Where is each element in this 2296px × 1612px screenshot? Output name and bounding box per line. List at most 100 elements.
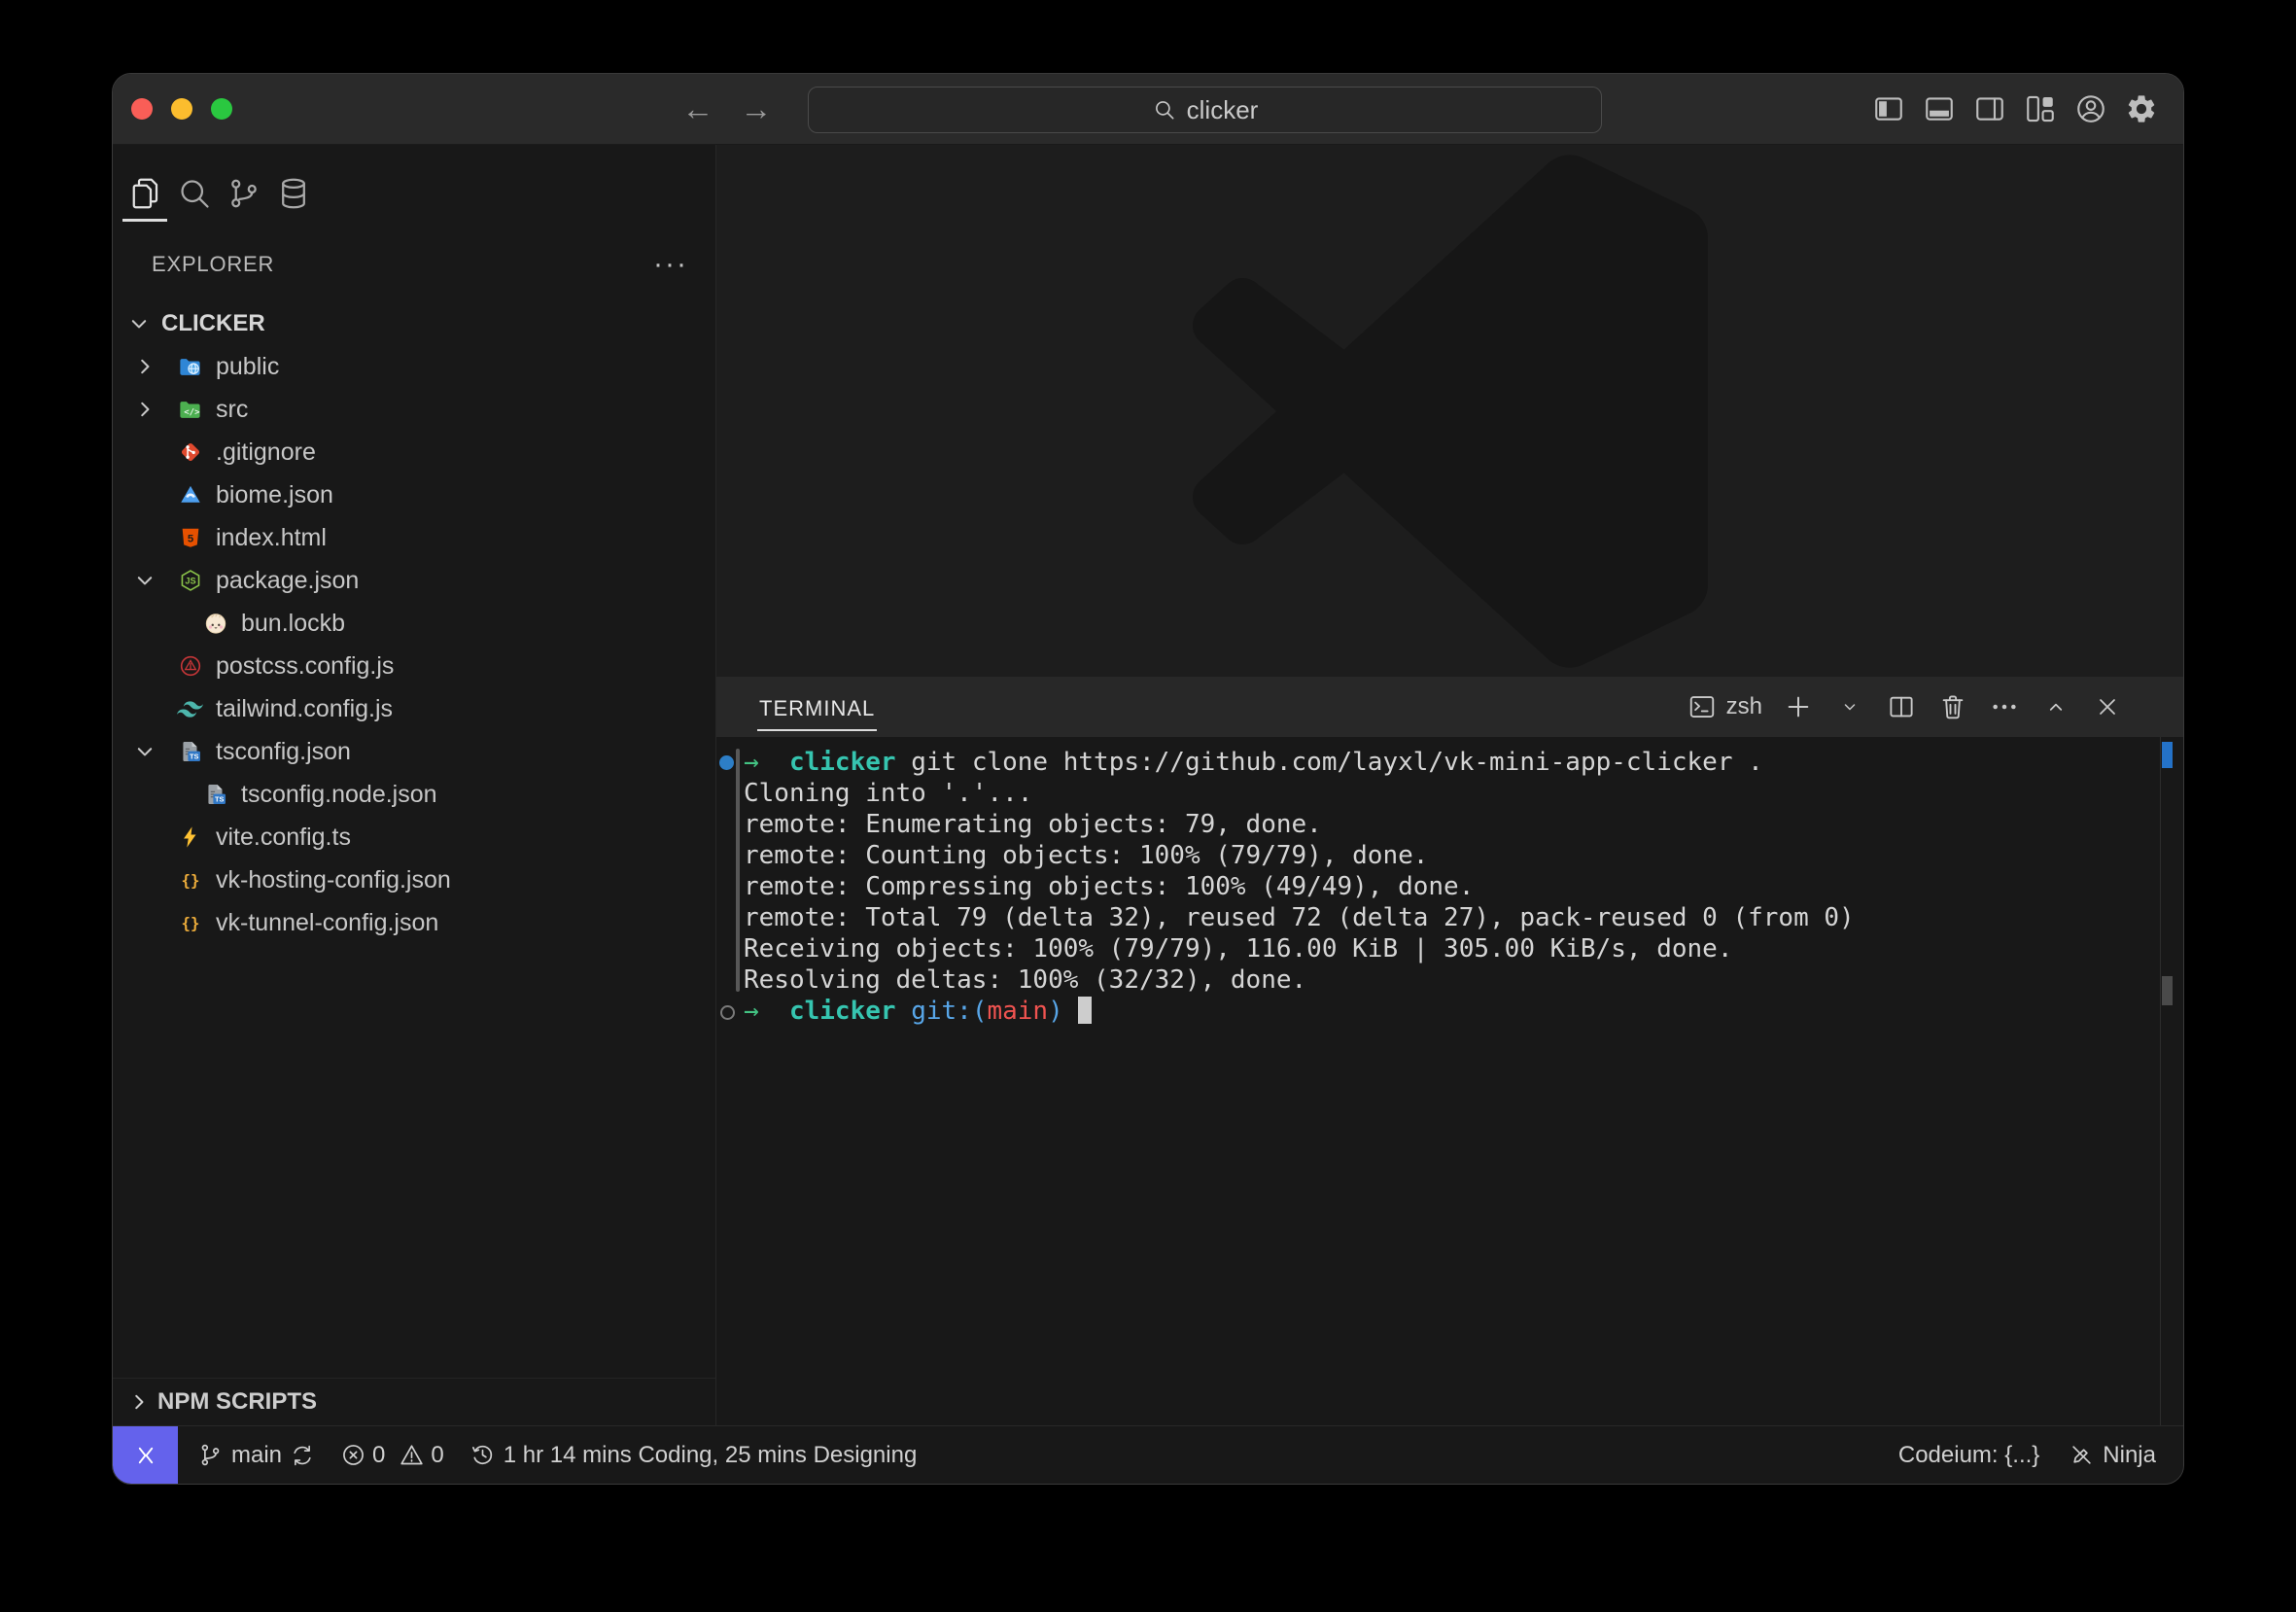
ninja-status[interactable]: Ninja: [2069, 1442, 2156, 1469]
close-window-button[interactable]: [131, 98, 153, 120]
activity-item-database[interactable]: [275, 175, 312, 212]
file-tree: CLICKER public </>src.gitignore biome.json…: [113, 302, 715, 944]
terminal-line: → clicker git:(main): [744, 996, 2144, 1027]
terminal-text-segment: remote: Total 79 (delta 32), reused 72 (…: [744, 903, 1855, 932]
git-branch-status[interactable]: main: [197, 1442, 315, 1469]
file-row-tsconfig.node.json[interactable]: TStsconfig.node.json: [113, 773, 715, 816]
chevron-down-icon: [128, 313, 157, 334]
svg-text:{}: {}: [181, 871, 199, 890]
file-row-vk-hosting-config.json[interactable]: {}vk-hosting-config.json: [113, 859, 715, 901]
file-row-vk-tunnel-config.json[interactable]: {}vk-tunnel-config.json: [113, 901, 715, 944]
activity-item-source-control[interactable]: [226, 175, 262, 212]
shell-label: zsh: [1726, 693, 1762, 720]
warning-count: 0: [431, 1442, 443, 1469]
terminal-text-segment: Resolving deltas: 100% (32/32), done.: [744, 965, 1306, 995]
terminal-text-segment: git clone https://github.com/layxl/vk-mi…: [896, 748, 1763, 777]
file-row-tsconfig.json[interactable]: TStsconfig.json: [113, 730, 715, 773]
file-row-src[interactable]: </>src: [113, 388, 715, 431]
tab-terminal[interactable]: TERMINAL: [757, 683, 877, 731]
file-row-bun.lockb[interactable]: bun.lockb: [113, 602, 715, 645]
history-navigation: ← →: [681, 90, 773, 127]
back-arrow-icon[interactable]: ←: [681, 90, 714, 127]
file-row-vite.config.ts[interactable]: vite.config.ts: [113, 816, 715, 859]
terminal-text-segment: clicker: [759, 997, 896, 1026]
maximize-panel-icon[interactable]: [2040, 691, 2071, 722]
more-actions-icon[interactable]: [1989, 691, 2020, 722]
kill-terminal-icon[interactable]: [1937, 691, 1968, 722]
time-tracking-status[interactable]: 1 hr 14 mins Coding, 25 mins Designing: [470, 1442, 918, 1469]
terminal-scrollbar-thumb[interactable]: [2162, 976, 2173, 1005]
settings-gear-icon[interactable]: [2125, 92, 2158, 125]
zoom-window-button[interactable]: [211, 98, 232, 120]
warnings-icon: [399, 1442, 425, 1468]
file-row-package.json[interactable]: JSpackage.json: [113, 559, 715, 602]
terminal-text-segment: →: [744, 997, 759, 1026]
terminal-content[interactable]: → clicker git clone https://github.com/l…: [716, 737, 2183, 1425]
branch-name: main: [231, 1442, 282, 1469]
file-row-postcss.config.js[interactable]: postcss.config.js: [113, 645, 715, 687]
biome-icon: [177, 482, 203, 508]
customize-layout-icon[interactable]: [2024, 92, 2057, 125]
terminal-command-marker: [2162, 742, 2173, 768]
terminal-command-decoration-filled[interactable]: [719, 755, 734, 770]
file-label: biome.json: [216, 481, 333, 509]
chevron-down-icon: [134, 570, 163, 591]
new-terminal-icon[interactable]: [1783, 691, 1814, 722]
file-row-tailwind.config.js[interactable]: tailwind.config.js: [113, 687, 715, 730]
close-panel-icon[interactable]: [2092, 691, 2123, 722]
workbench: EXPLORER ··· CLICKER public</>src.gitign…: [113, 145, 2183, 1425]
activity-item-explorer[interactable]: [126, 175, 163, 212]
remote-indicator[interactable]: [113, 1426, 178, 1484]
editor-and-panel: TERMINAL zsh: [716, 145, 2183, 1425]
tsconfig-icon: TS: [202, 782, 228, 808]
search-icon: [1152, 97, 1177, 123]
split-terminal-icon[interactable]: [1886, 691, 1917, 722]
toggle-secondary-sidebar-icon[interactable]: [1973, 92, 2006, 125]
file-row-.gitignore[interactable]: .gitignore: [113, 431, 715, 473]
explorer-more-actions-icon[interactable]: ···: [653, 260, 688, 269]
file-row-index.html[interactable]: 5index.html: [113, 516, 715, 559]
file-row-public[interactable]: public: [113, 345, 715, 388]
npm-scripts-label: NPM SCRIPTS: [157, 1388, 317, 1416]
terminal-lines: → clicker git clone https://github.com/l…: [744, 747, 2144, 1027]
file-label: public: [216, 353, 279, 381]
svg-text:TS: TS: [214, 794, 223, 803]
terminal-command-output-bar: [736, 749, 740, 992]
account-icon[interactable]: [2074, 92, 2107, 125]
problems-status[interactable]: 0 0: [340, 1442, 444, 1469]
error-count: 0: [372, 1442, 385, 1469]
root-folder-label: CLICKER: [161, 310, 265, 337]
json-icon: {}: [177, 867, 203, 894]
terminal-toolbar: zsh: [1687, 691, 2123, 722]
ninja-label: Ninja: [2103, 1442, 2156, 1469]
forward-arrow-icon[interactable]: →: [740, 90, 773, 127]
terminal-line: Resolving deltas: 100% (32/32), done.: [744, 964, 2144, 996]
activity-item-search[interactable]: [176, 175, 213, 212]
file-label: vk-tunnel-config.json: [216, 909, 438, 937]
terminal-scrollbar-track: [2160, 737, 2161, 1425]
toggle-panel-icon[interactable]: [1923, 92, 1956, 125]
file-label: tailwind.config.js: [216, 695, 393, 723]
bun-icon: [202, 611, 228, 637]
npm-scripts-section[interactable]: NPM SCRIPTS: [113, 1378, 715, 1425]
file-row-biome.json[interactable]: biome.json: [113, 473, 715, 516]
minimize-window-button[interactable]: [171, 98, 192, 120]
sidebar: EXPLORER ··· CLICKER public</>src.gitign…: [113, 145, 716, 1425]
terminal-text-segment: Receiving objects: 100% (79/79), 116.00 …: [744, 934, 1732, 964]
chevron-right-icon: [128, 1391, 157, 1413]
vscode-watermark-logo: [1193, 154, 1708, 669]
codeium-status[interactable]: Codeium: {...}: [1898, 1442, 2039, 1469]
file-label: bun.lockb: [241, 610, 345, 638]
terminal-instance-zsh[interactable]: zsh: [1687, 691, 1762, 722]
terminal-dropdown-chevron-icon[interactable]: [1834, 691, 1865, 722]
errors-icon: [340, 1442, 366, 1468]
toggle-primary-sidebar-icon[interactable]: [1872, 92, 1905, 125]
chevron-right-icon: [134, 399, 163, 420]
terminal-command-decoration-hollow[interactable]: [720, 1005, 735, 1020]
command-center-search[interactable]: clicker: [808, 87, 1602, 133]
tree-root-clicker[interactable]: CLICKER: [113, 302, 715, 345]
terminal-text-segment: →: [744, 748, 759, 777]
terminal-cursor: [1078, 997, 1092, 1024]
layout-controls: [1872, 92, 2158, 125]
git-icon: [177, 439, 203, 466]
